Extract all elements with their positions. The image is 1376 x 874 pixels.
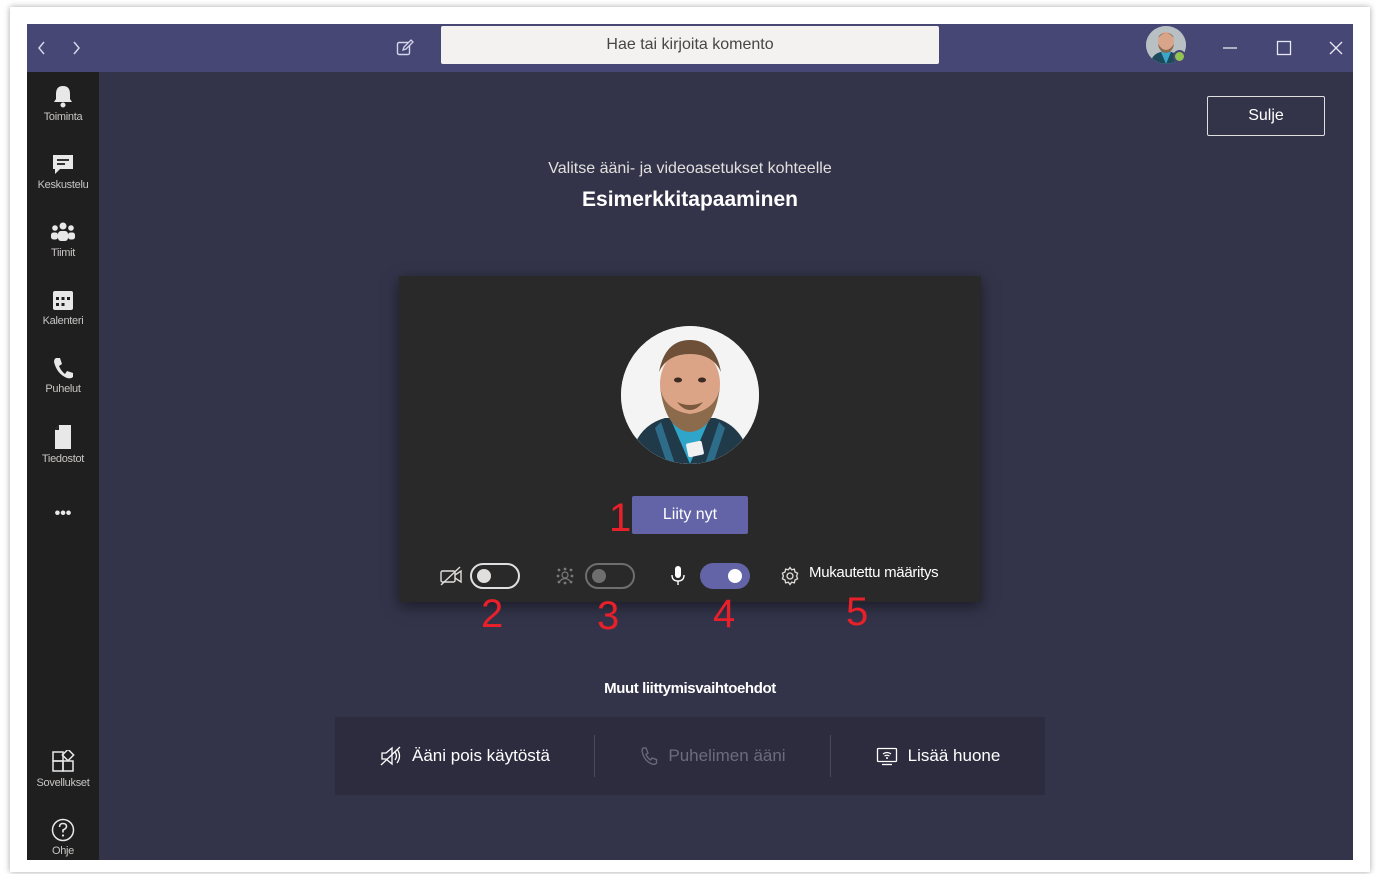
chevron-left-icon[interactable] <box>27 32 57 64</box>
chat-icon <box>53 155 73 174</box>
background-blur-toggle[interactable] <box>585 563 635 589</box>
calendar-icon <box>53 291 73 310</box>
rail-item-activity[interactable]: Toiminta <box>27 72 99 132</box>
close-icon[interactable] <box>1321 32 1351 64</box>
teams-icon <box>51 222 75 241</box>
phone-icon <box>641 747 658 765</box>
option-label: Puhelimen ääni <box>668 746 786 765</box>
rail-label: Tiimit <box>50 247 76 259</box>
rail-item-teams[interactable]: Tiimit <box>27 208 99 268</box>
microphone-toggle[interactable] <box>700 563 750 589</box>
other-join-options-title: Muut liittymisvaihtoehdot <box>604 680 776 697</box>
other-join-options: Ääni pois käytöstä Puhelimen ääni Lisää … <box>335 717 1045 795</box>
rail-label: Keskustelu <box>37 179 89 191</box>
chevron-right-icon[interactable] <box>61 32 91 64</box>
option-label: Lisää huone <box>907 746 1001 765</box>
audio-off-option[interactable]: Ääni pois käytöstä <box>335 717 595 795</box>
apps-icon <box>52 750 75 772</box>
annotation-2: 2 <box>481 592 504 636</box>
file-icon <box>55 425 71 449</box>
rail-item-calendar[interactable]: Kalenteri <box>27 276 99 336</box>
maximize-icon[interactable] <box>1269 32 1299 64</box>
app-bar: Toiminta Keskustelu Tiimit Kalenteri Puh… <box>27 72 99 860</box>
annotation-3: 3 <box>597 594 620 638</box>
prejoin-preview-card: Liity nyt Mukautettu määritys <box>399 276 981 602</box>
option-label: Ääni pois käytöstä <box>412 746 550 765</box>
annotation-5: 5 <box>846 590 869 634</box>
toggle-knob <box>592 569 606 583</box>
camera-toggle[interactable] <box>470 563 520 589</box>
teams-window: Hae tai kirjoita komento Toiminta Keskus… <box>27 24 1353 860</box>
rail-item-calls[interactable]: Puhelut <box>27 344 99 404</box>
add-room-option[interactable]: Lisää huone <box>831 717 1045 795</box>
annotation-4: 4 <box>713 592 736 636</box>
gear-icon[interactable] <box>779 565 801 587</box>
toggle-knob <box>728 569 742 583</box>
camera-off-icon <box>439 565 463 587</box>
presence-badge <box>1173 50 1186 63</box>
join-now-button[interactable]: Liity nyt <box>632 496 748 534</box>
rail-item-files[interactable]: Tiedostot <box>27 412 99 472</box>
rail-label: Ohje <box>51 845 75 857</box>
meeting-title: Esimerkkitapaaminen <box>582 188 798 211</box>
speaker-off-icon <box>380 746 401 766</box>
compose-icon[interactable] <box>390 32 420 64</box>
custom-setup-link[interactable]: Mukautettu määritys <box>809 564 939 581</box>
room-icon <box>876 747 897 766</box>
annotation-1: 1 <box>609 496 632 540</box>
rail-label: Puhelut <box>45 383 81 395</box>
prejoin-subtitle: Valitse ääni- ja videoasetukset kohteell… <box>548 160 832 177</box>
title-bar: Hae tai kirjoita komento <box>27 24 1353 72</box>
minimize-icon[interactable] <box>1215 32 1245 64</box>
bell-icon <box>54 86 72 108</box>
rail-item-apps[interactable]: Sovellukset <box>27 738 99 798</box>
more-apps-button[interactable]: ••• <box>27 500 99 528</box>
avatar <box>621 326 759 464</box>
toggle-knob <box>477 569 491 583</box>
phone-icon <box>54 358 73 379</box>
rail-item-chat[interactable]: Keskustelu <box>27 140 99 200</box>
rail-label: Toiminta <box>43 111 83 123</box>
search-input[interactable]: Hae tai kirjoita komento <box>441 26 939 64</box>
background-blur-icon <box>554 565 576 587</box>
close-button[interactable]: Sulje <box>1207 96 1325 136</box>
microphone-icon <box>669 564 687 588</box>
rail-label: Sovellukset <box>36 777 90 789</box>
rail-label: Kalenteri <box>42 315 84 327</box>
help-icon <box>51 818 75 842</box>
rail-item-help[interactable]: Ohje <box>27 806 99 860</box>
phone-audio-option[interactable]: Puhelimen ääni <box>595 717 831 795</box>
rail-label: Tiedostot <box>41 453 85 465</box>
